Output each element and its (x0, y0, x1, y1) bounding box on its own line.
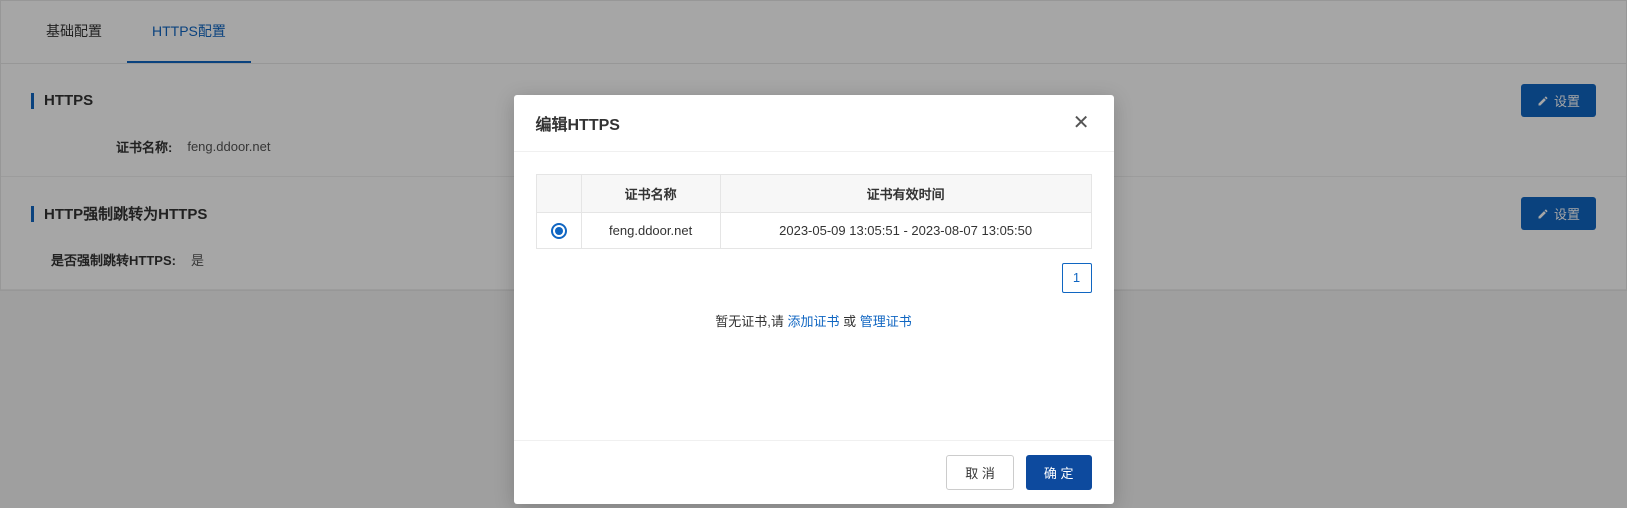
cancel-button[interactable]: 取 消 (946, 455, 1014, 490)
or-text: 或 (840, 314, 860, 329)
modal-body: 证书名称 证书有效时间 feng.ddoor.net 2023-05-09 13… (514, 152, 1114, 440)
cert-table: 证书名称 证书有效时间 feng.ddoor.net 2023-05-09 13… (536, 174, 1092, 249)
close-icon[interactable]: ✕ (1071, 111, 1092, 135)
no-cert-prefix: 暂无证书,请 (715, 314, 787, 329)
add-cert-link[interactable]: 添加证书 (787, 314, 839, 329)
manage-cert-link[interactable]: 管理证书 (860, 314, 912, 329)
table-header-row: 证书名称 证书有效时间 (536, 175, 1091, 213)
page-1[interactable]: 1 (1062, 263, 1092, 293)
no-cert-hint: 暂无证书,请 添加证书 或 管理证书 (536, 311, 1092, 330)
edit-https-modal: 编辑HTTPS ✕ 证书名称 证书有效时间 feng.ddoor.net 202… (514, 95, 1114, 504)
cert-name-cell: feng.ddoor.net (581, 213, 720, 249)
modal-title: 编辑HTTPS (536, 111, 620, 135)
col-select (536, 175, 581, 213)
modal-footer: 取 消 确 定 (514, 440, 1114, 504)
radio-selected-icon[interactable] (551, 223, 567, 239)
cert-valid-cell: 2023-05-09 13:05:51 - 2023-08-07 13:05:5… (720, 213, 1091, 249)
pagination: 1 (536, 263, 1092, 293)
col-valid-time: 证书有效时间 (720, 175, 1091, 213)
table-row[interactable]: feng.ddoor.net 2023-05-09 13:05:51 - 202… (536, 213, 1091, 249)
modal-header: 编辑HTTPS ✕ (514, 95, 1114, 152)
confirm-button[interactable]: 确 定 (1026, 455, 1092, 490)
col-cert-name: 证书名称 (581, 175, 720, 213)
cert-radio-cell[interactable] (536, 213, 581, 249)
